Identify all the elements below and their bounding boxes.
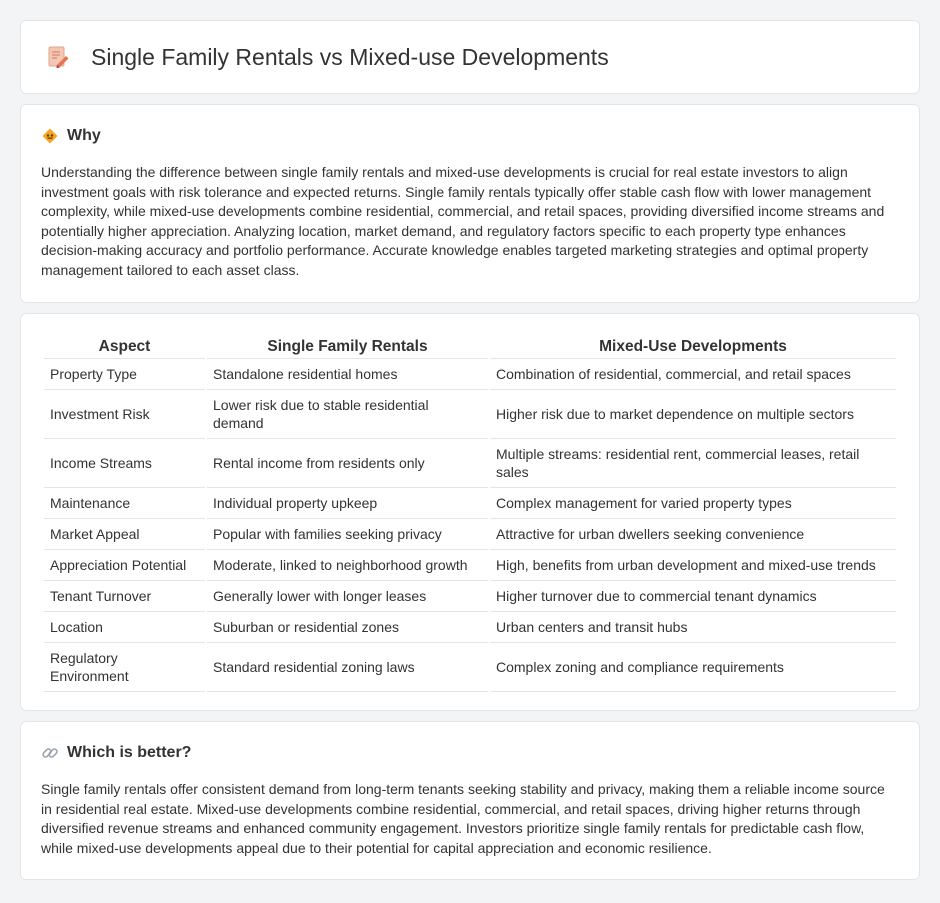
- why-section: Why Understanding the difference between…: [20, 104, 920, 303]
- mixed-use-cell: Complex zoning and compliance requiremen…: [490, 643, 896, 692]
- single-family-cell: Moderate, linked to neighborhood growth: [207, 550, 488, 581]
- better-title: Which is better?: [67, 744, 192, 761]
- why-text: Understanding the difference between sin…: [41, 164, 885, 278]
- table-row: Appreciation Potential Moderate, linked …: [44, 550, 896, 581]
- aspect-cell: Investment Risk: [44, 390, 205, 439]
- table-row: Investment Risk Lower risk due to stable…: [44, 390, 896, 439]
- table-row: Regulatory Environment Standard resident…: [44, 643, 896, 692]
- aspect-cell: Maintenance: [44, 488, 205, 519]
- document-pencil-icon: [45, 44, 71, 70]
- aspect-cell: Market Appeal: [44, 519, 205, 550]
- aspect-cell: Income Streams: [44, 439, 205, 488]
- mixed-use-cell: Urban centers and transit hubs: [490, 612, 896, 643]
- mixed-use-cell: Multiple streams: residential rent, comm…: [490, 439, 896, 488]
- mixed-use-cell: Complex management for varied property t…: [490, 488, 896, 519]
- aspect-cell: Property Type: [44, 359, 205, 390]
- table-row: Market Appeal Popular with families seek…: [44, 519, 896, 550]
- single-family-cell: Lower risk due to stable residential dem…: [207, 390, 488, 439]
- mixed-use-cell: Attractive for urban dwellers seeking co…: [490, 519, 896, 550]
- table-row: Location Suburban or residential zones U…: [44, 612, 896, 643]
- better-section: Which is better? Single family rentals o…: [20, 721, 920, 880]
- why-title: Why: [67, 127, 101, 144]
- aspect-cell: Location: [44, 612, 205, 643]
- mixed-use-cell: High, benefits from urban development an…: [490, 550, 896, 581]
- single-family-cell: Suburban or residential zones: [207, 612, 488, 643]
- mixed-use-cell: Higher turnover due to commercial tenant…: [490, 581, 896, 612]
- mixed-use-cell: Higher risk due to market dependence on …: [490, 390, 896, 439]
- single-family-cell: Generally lower with longer leases: [207, 581, 488, 612]
- table-row: Tenant Turnover Generally lower with lon…: [44, 581, 896, 612]
- better-text: Single family rentals offer consistent d…: [41, 781, 885, 856]
- single-family-cell: Popular with families seeking privacy: [207, 519, 488, 550]
- mixed-use-cell: Combination of residential, commercial, …: [490, 359, 896, 390]
- single-family-cell: Standard residential zoning laws: [207, 643, 488, 692]
- aspect-cell: Tenant Turnover: [44, 581, 205, 612]
- comparison-table: Aspect Single Family Rentals Mixed-Use D…: [42, 334, 898, 692]
- table-header-row: Aspect Single Family Rentals Mixed-Use D…: [44, 334, 896, 359]
- bulb-icon: [41, 127, 59, 145]
- page-title: Single Family Rentals vs Mixed-use Devel…: [91, 43, 609, 70]
- header-mixed-use: Mixed-Use Developments: [490, 334, 896, 359]
- header-single-family: Single Family Rentals: [207, 334, 488, 359]
- table-row: Income Streams Rental income from reside…: [44, 439, 896, 488]
- single-family-cell: Individual property upkeep: [207, 488, 488, 519]
- aspect-cell: Appreciation Potential: [44, 550, 205, 581]
- aspect-cell: Regulatory Environment: [44, 643, 205, 692]
- header-card: Single Family Rentals vs Mixed-use Devel…: [20, 20, 920, 94]
- comparison-table-card: Aspect Single Family Rentals Mixed-Use D…: [20, 313, 920, 711]
- table-row: Maintenance Individual property upkeep C…: [44, 488, 896, 519]
- single-family-cell: Rental income from residents only: [207, 439, 488, 488]
- link-icon: [41, 744, 59, 762]
- single-family-cell: Standalone residential homes: [207, 359, 488, 390]
- table-row: Property Type Standalone residential hom…: [44, 359, 896, 390]
- better-header: Which is better?: [41, 744, 899, 762]
- header-aspect: Aspect: [44, 334, 205, 359]
- why-header: Why: [41, 127, 899, 145]
